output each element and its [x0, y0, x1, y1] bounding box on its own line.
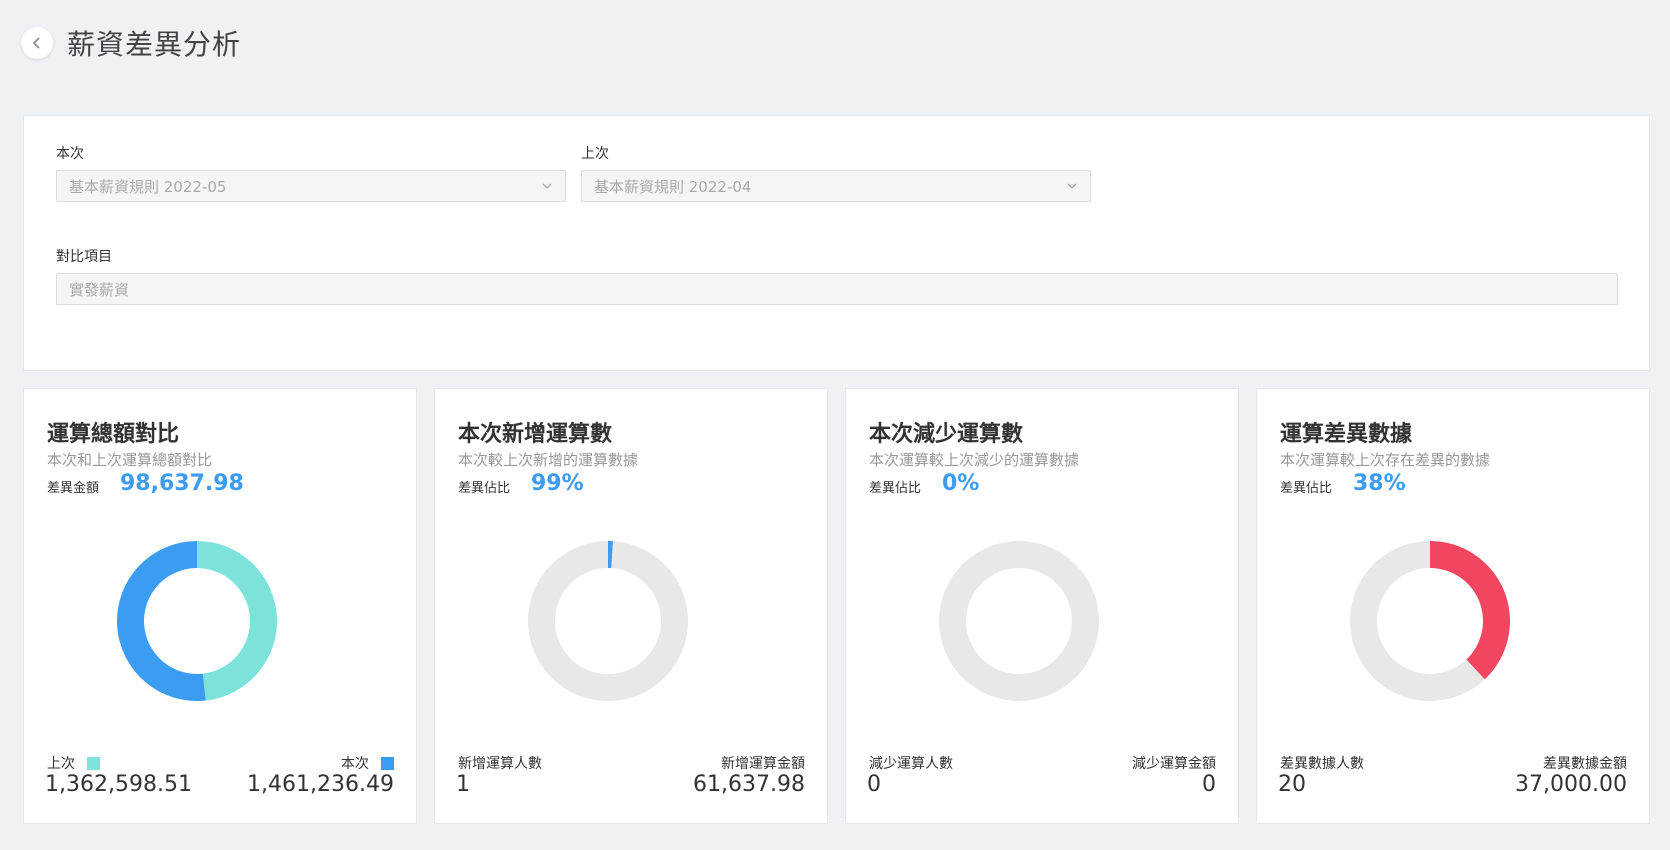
metric-label: 差異金額	[47, 481, 100, 496]
previous-period-label: 上次	[581, 146, 609, 162]
card-total-comparison: 運算總額對比 本次和上次運算總額對比 差異金額 98,637.98 上次 本次 …	[23, 388, 417, 824]
card-title: 運算總額對比	[47, 422, 180, 447]
reduced-count-label: 減少運算人數	[869, 756, 953, 772]
slice-previous[interactable]	[197, 541, 277, 701]
chevron-down-icon	[542, 183, 552, 189]
compare-item-label: 對比項目	[56, 249, 112, 265]
legend-swatch-current	[381, 756, 394, 770]
current-period-value: 基本薪資規則 2022-05	[69, 177, 227, 196]
metric-label: 差異佔比	[1280, 481, 1333, 496]
legend-swatch-previous	[87, 756, 100, 770]
added-count-value: 1	[456, 772, 470, 797]
added-count-label: 新增運算人數	[458, 756, 542, 772]
slice-remainder[interactable]	[939, 541, 1099, 701]
metric-value: 38%	[1353, 471, 1406, 496]
compare-item-field[interactable]: 實發薪資	[56, 273, 1618, 305]
card-title: 本次新增運算數	[458, 422, 613, 447]
slice-difference[interactable]	[1430, 541, 1510, 680]
metric-value: 99%	[531, 471, 584, 496]
previous-total-value: 1,362,598.51	[45, 772, 192, 797]
legend-current-label: 本次	[341, 756, 369, 772]
filter-panel: 本次 基本薪資規則 2022-05 上次 基本薪資規則 2022-04 對比項目…	[23, 115, 1650, 371]
card-subtitle: 本次和上次運算總額對比	[47, 451, 213, 469]
added-amount-label: 新增運算金額	[721, 756, 805, 772]
slice-current[interactable]	[117, 541, 206, 701]
legend-previous-label: 上次	[47, 756, 75, 772]
reduced-amount-value: 0	[1202, 772, 1216, 797]
current-period-label: 本次	[56, 146, 84, 162]
current-period-select[interactable]: 基本薪資規則 2022-05	[56, 170, 566, 202]
difference-count-label: 差異數據人數	[1280, 756, 1364, 772]
difference-count-value: 20	[1278, 772, 1306, 797]
chevron-down-icon	[1067, 183, 1077, 189]
donut-chart-added	[528, 541, 688, 701]
card-subtitle: 本次運算較上次存在差異的數據	[1280, 451, 1491, 469]
metric-label: 差異佔比	[869, 481, 922, 496]
reduced-count-value: 0	[867, 772, 881, 797]
metric-label: 差異佔比	[458, 481, 511, 496]
difference-amount-value: 37,000.00	[1515, 772, 1627, 797]
back-button[interactable]	[21, 27, 53, 59]
card-title: 本次減少運算數	[869, 422, 1024, 447]
card-subtitle: 本次較上次新增的運算數據	[458, 451, 639, 469]
current-total-value: 1,461,236.49	[247, 772, 394, 797]
page-title: 薪資差異分析	[67, 28, 242, 61]
chevron-left-icon	[32, 37, 40, 49]
donut-chart-total	[117, 541, 277, 701]
slice-remainder[interactable]	[528, 541, 688, 701]
reduced-amount-label: 減少運算金額	[1132, 756, 1216, 772]
donut-chart-reduced	[939, 541, 1099, 701]
card-subtitle: 本次運算較上次減少的運算數據	[869, 451, 1080, 469]
card-title: 運算差異數據	[1280, 422, 1413, 447]
card-reduced-computations: 本次減少運算數 本次運算較上次減少的運算數據 差異佔比 0% 減少運算人數 減少…	[845, 388, 1239, 824]
metric-value: 0%	[942, 471, 980, 496]
page-header: 薪資差異分析	[21, 25, 241, 61]
difference-amount-label: 差異數據金額	[1543, 756, 1627, 772]
donut-chart-difference	[1350, 541, 1510, 701]
legend-previous: 上次	[47, 753, 100, 773]
card-added-computations: 本次新增運算數 本次較上次新增的運算數據 差異佔比 99% 新增運算人數 新增運…	[434, 388, 828, 824]
added-amount-value: 61,637.98	[693, 772, 805, 797]
previous-period-value: 基本薪資規則 2022-04	[594, 177, 752, 196]
previous-period-select[interactable]: 基本薪資規則 2022-04	[581, 170, 1091, 202]
legend-current: 本次	[341, 753, 394, 773]
metric-value: 98,637.98	[120, 471, 244, 496]
card-difference-data: 運算差異數據 本次運算較上次存在差異的數據 差異佔比 38% 差異數據人數 差異…	[1256, 388, 1650, 824]
compare-item-value: 實發薪資	[69, 280, 130, 299]
